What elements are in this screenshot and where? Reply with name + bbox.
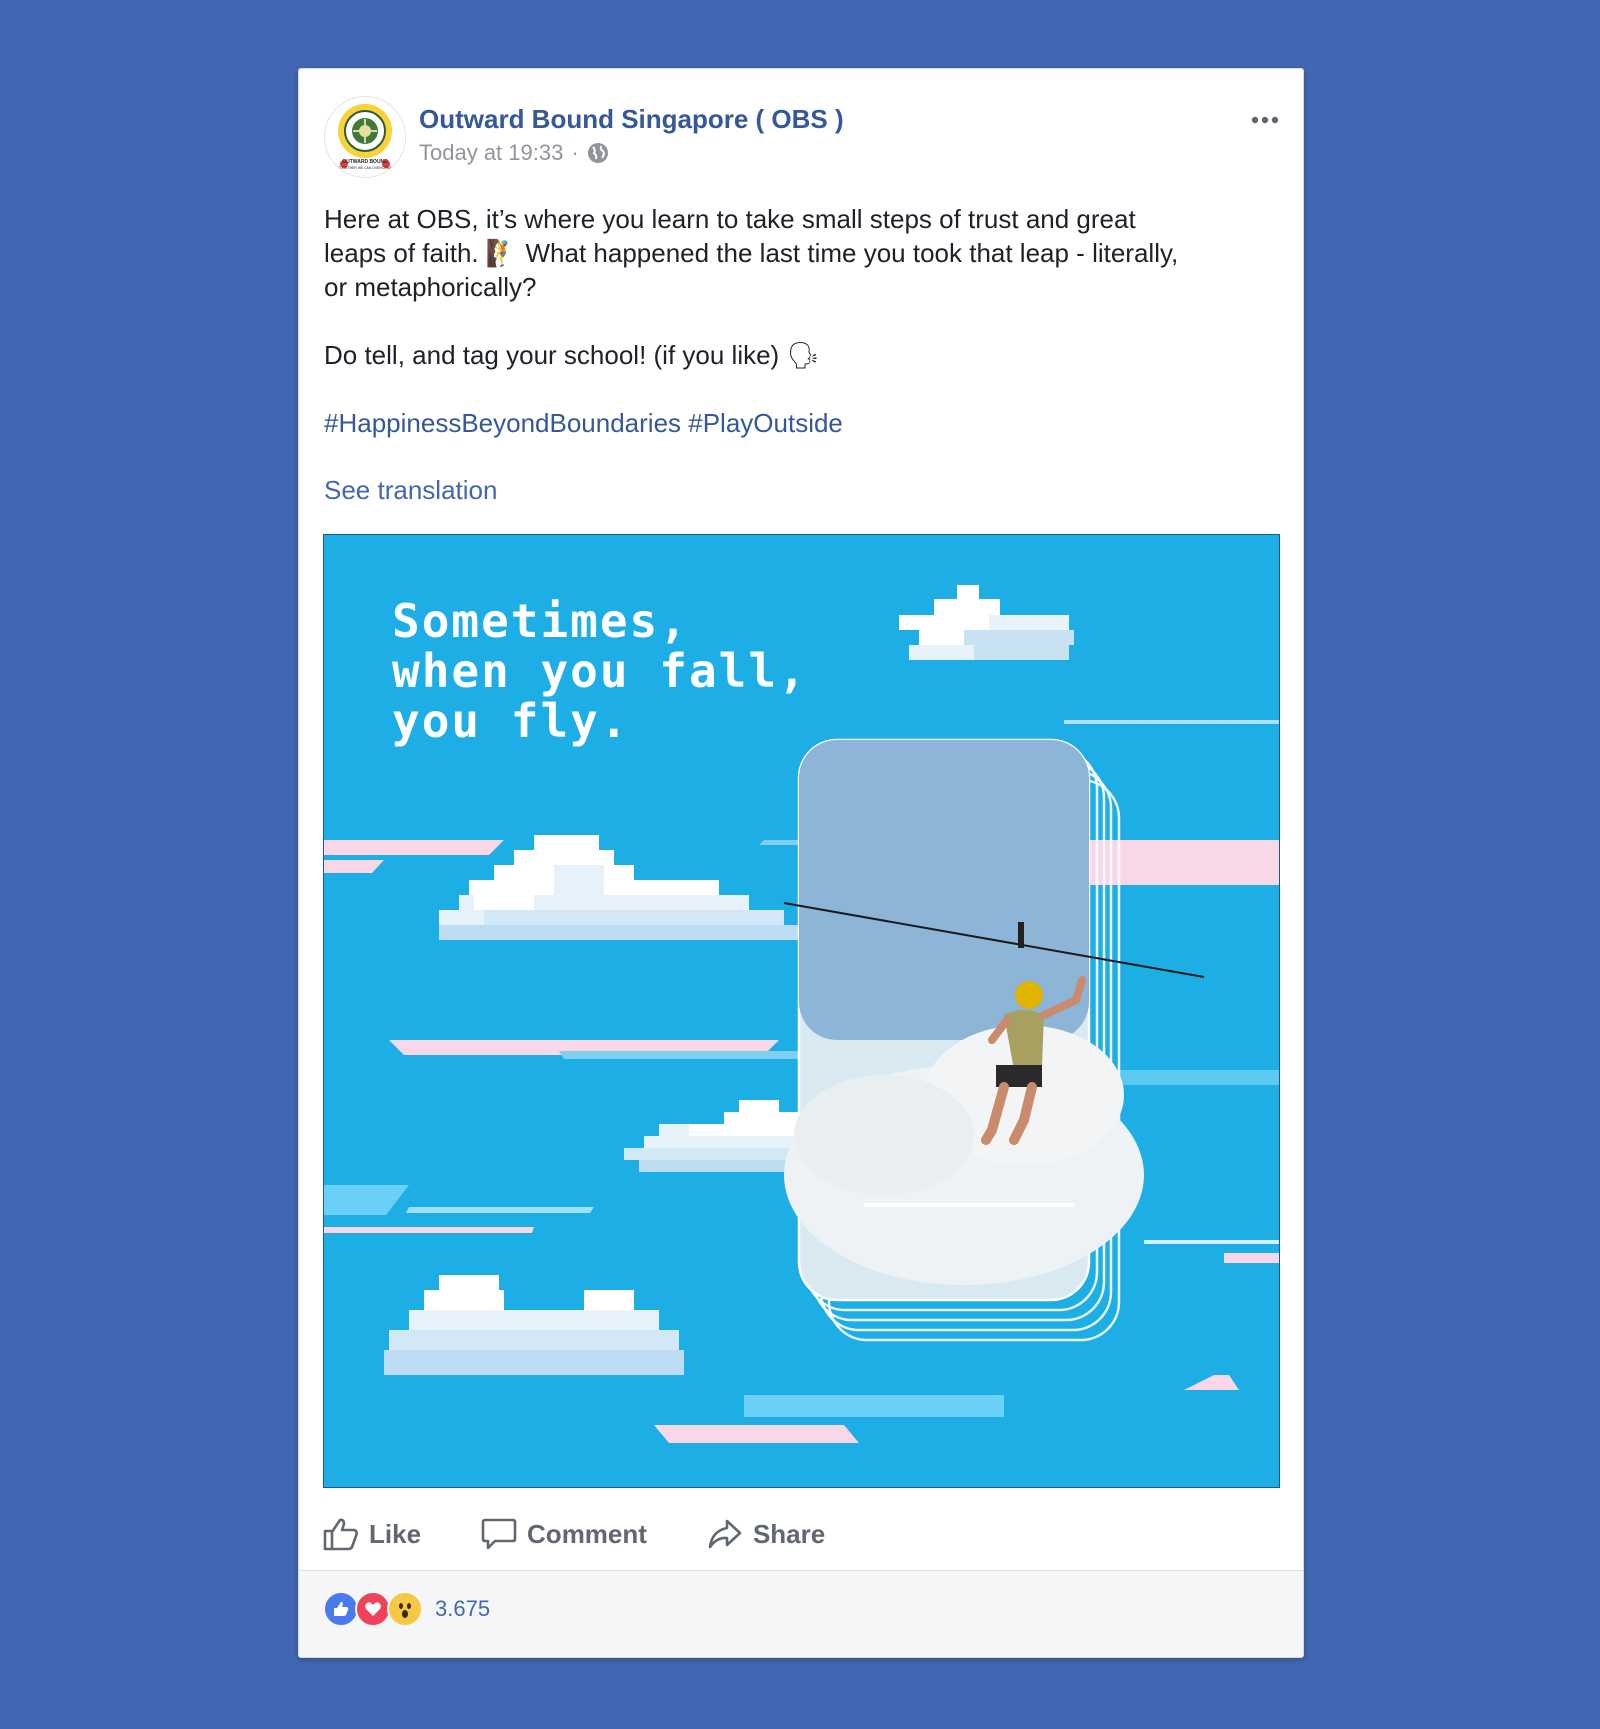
page-avatar[interactable]: OUTWARD BOUND TOGETHER WE CAN OVERCOME	[324, 96, 406, 178]
emoji-speaking-head: 🗣	[786, 340, 820, 370]
post-card: OUTWARD BOUND TOGETHER WE CAN OVERCOME O…	[298, 68, 1304, 1658]
post-text-line-4: Do tell, and tag your school! (if you li…	[324, 338, 1274, 372]
reactions-footer: 3.675	[299, 1570, 1303, 1657]
obs-logo-icon: OUTWARD BOUND TOGETHER WE CAN OVERCOME	[338, 104, 393, 170]
post-text-line-3: or metaphorically?	[324, 272, 537, 302]
post-text-line-2: leaps of faith. 🧗 What happened the last…	[324, 236, 1274, 270]
headline-line-3: you fly.	[392, 694, 630, 748]
post-actions-bar: Like Comment Share	[323, 1504, 1273, 1564]
comment-button[interactable]: Comment	[481, 1517, 647, 1551]
share-button[interactable]: Share	[707, 1517, 825, 1551]
post-image[interactable]: Sometimes, when you fall, you fly.	[323, 534, 1280, 1488]
globe-icon[interactable]	[587, 142, 609, 164]
page-name-link[interactable]: Outward Bound Singapore ( OBS )	[419, 104, 844, 135]
headline-line-1: Sometimes,	[392, 594, 689, 648]
share-label: Share	[752, 1518, 826, 1549]
comment-bubble-icon	[481, 1518, 517, 1550]
headline-line-2: when you fall,	[392, 644, 808, 698]
share-arrow-icon	[708, 1519, 742, 1549]
hashtags-link[interactable]: #HappinessBeyondBoundaries #PlayOutside	[324, 406, 1274, 440]
more-options-button[interactable]	[1251, 100, 1279, 132]
like-label: Like	[369, 1518, 422, 1549]
reaction-count: 3.675	[435, 1596, 491, 1621]
wow-icon	[387, 1591, 423, 1627]
post-text-line-2a: leaps of faith.	[324, 238, 479, 268]
ellipsis-icon	[1251, 116, 1279, 124]
see-translation-link[interactable]: See translation	[324, 475, 497, 506]
like-button[interactable]: Like	[323, 1517, 421, 1551]
post-timestamp[interactable]: Today at 19:33	[419, 140, 563, 166]
reactions-summary[interactable]: 3.675	[323, 1591, 490, 1627]
post-text: Here at OBS, it’s where you learn to tak…	[324, 202, 1274, 440]
sky-illustration: Sometimes, when you fall, you fly.	[324, 535, 1279, 1487]
post-text-line-2b: What happened the last time you took tha…	[525, 238, 1179, 268]
like-icon	[323, 1591, 359, 1627]
emoji-climber: 🧗	[485, 238, 519, 268]
post-text-line-4a: Do tell, and tag your school! (if you li…	[324, 340, 787, 370]
meta-separator: ·	[571, 140, 579, 165]
love-icon	[355, 1591, 391, 1627]
logo-text-top: OUTWARD BOUND	[342, 159, 388, 165]
post-text-line-1: Here at OBS, it’s where you learn to tak…	[324, 204, 1136, 234]
post-header: OUTWARD BOUND TOGETHER WE CAN OVERCOME O…	[324, 96, 1283, 178]
thumbs-up-icon	[323, 1518, 358, 1551]
comment-label: Comment	[527, 1518, 647, 1549]
post-meta: Today at 19:33 ·	[419, 140, 609, 166]
logo-text-bottom: TOGETHER WE CAN OVERCOME	[338, 166, 393, 170]
